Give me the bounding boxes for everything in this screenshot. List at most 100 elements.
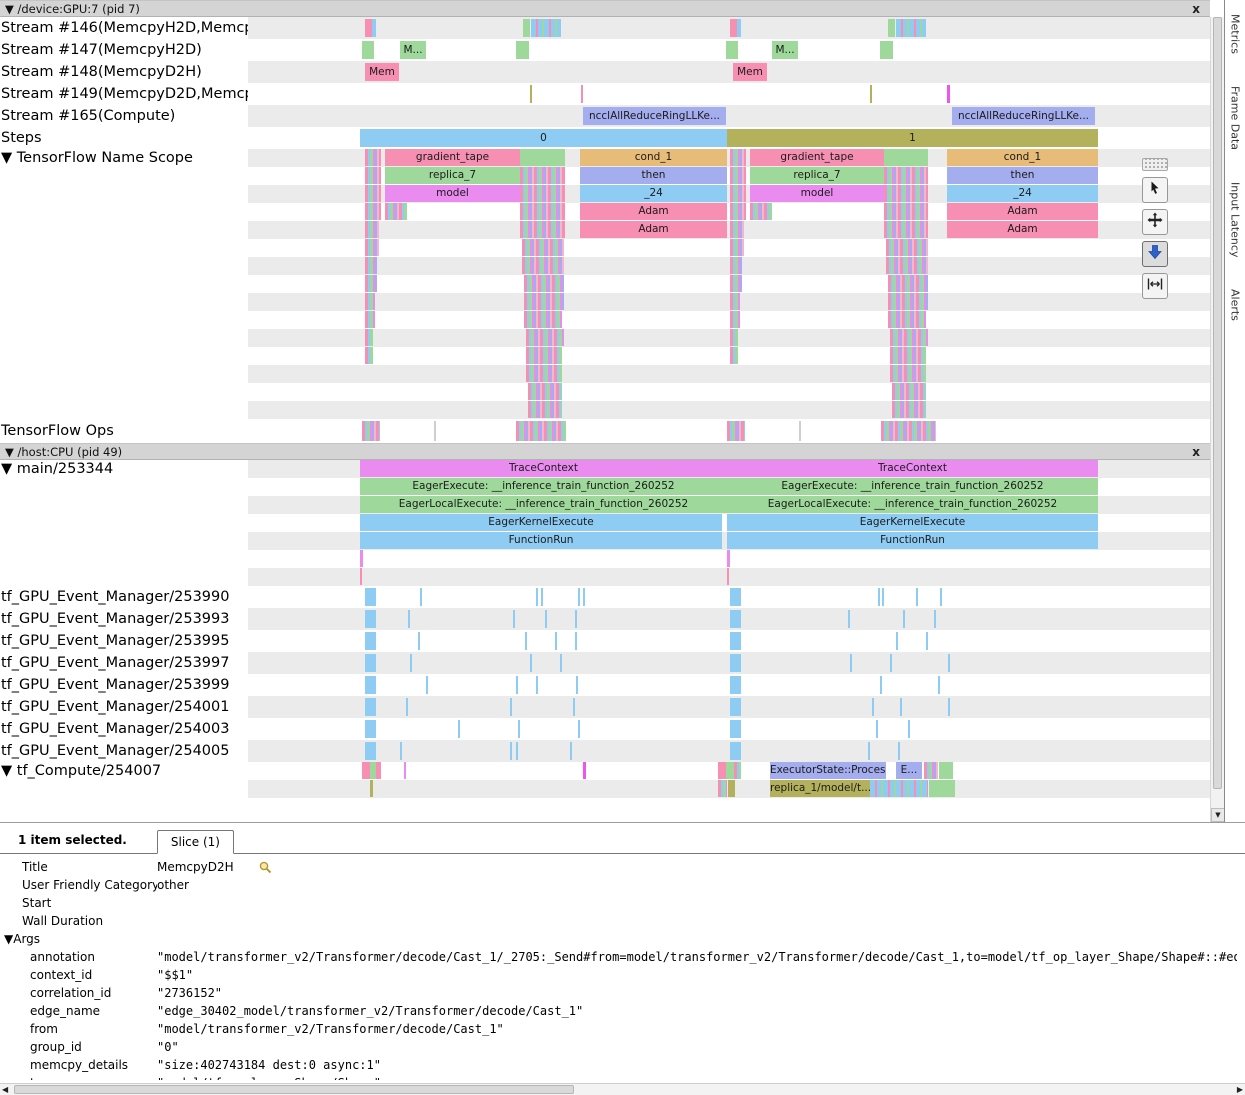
- trace-slice[interactable]: [516, 41, 529, 59]
- trace-slice[interactable]: [530, 85, 532, 103]
- trace-slice[interactable]: [908, 720, 910, 738]
- trace-slice[interactable]: [365, 311, 375, 328]
- trace-slice[interactable]: [878, 588, 880, 606]
- trace-slice[interactable]: [940, 588, 942, 606]
- trace-slice[interactable]: [575, 610, 577, 628]
- trace-slice[interactable]: EagerLocalExecute: __inference_train_fun…: [727, 496, 1098, 513]
- trace-slice[interactable]: then: [580, 167, 727, 184]
- trace-slice[interactable]: [522, 239, 564, 256]
- close-icon[interactable]: x: [1192, 2, 1200, 16]
- vertical-scrollbar-thumb[interactable]: [1213, 17, 1222, 789]
- timing-tool-button[interactable]: [1142, 273, 1168, 299]
- trace-slice[interactable]: [376, 762, 381, 779]
- track-label[interactable]: ▼ tf_Compute/254007: [0, 762, 248, 816]
- track-label[interactable]: Stream #146(MemcpyH2D,Memcp: [0, 17, 248, 39]
- trace-slice[interactable]: Adam: [947, 203, 1098, 220]
- track-label[interactable]: tf_GPU_Event_Manager/253997: [0, 652, 248, 674]
- trace-slice[interactable]: [948, 698, 950, 716]
- trace-slice[interactable]: [876, 720, 878, 738]
- trace-slice[interactable]: [730, 329, 738, 346]
- trace-slice[interactable]: [365, 275, 377, 292]
- track-label[interactable]: Stream #165(Compute): [0, 105, 248, 127]
- track-label[interactable]: Stream #148(MemcpyD2H): [0, 61, 248, 83]
- trace-slice[interactable]: Adam: [580, 203, 727, 220]
- trace-slice[interactable]: model: [750, 185, 884, 202]
- track-label[interactable]: tf_GPU_Event_Manager/253995: [0, 630, 248, 652]
- trace-slice[interactable]: [848, 610, 850, 628]
- trace-slice[interactable]: [578, 720, 580, 738]
- trace-slice[interactable]: [884, 149, 928, 166]
- track-label[interactable]: tf_GPU_Event_Manager/253999: [0, 674, 248, 696]
- trace-slice[interactable]: [420, 588, 422, 606]
- trace-slice[interactable]: [884, 185, 928, 202]
- track-label[interactable]: tf_GPU_Event_Manager/254005: [0, 740, 248, 762]
- trace-slice[interactable]: [730, 221, 744, 238]
- trace-slice[interactable]: [884, 221, 928, 238]
- trace-slice[interactable]: [545, 610, 547, 628]
- trace-slice[interactable]: [365, 588, 376, 606]
- trace-slice[interactable]: [520, 203, 565, 220]
- magnifier-icon[interactable]: [258, 860, 272, 874]
- trace-slice[interactable]: [886, 257, 928, 274]
- trace-slice[interactable]: [516, 676, 518, 694]
- track-label[interactable]: tf_GPU_Event_Manager/254001: [0, 696, 248, 718]
- side-tab-alerts[interactable]: Alerts: [1229, 289, 1242, 321]
- trace-slice[interactable]: [888, 275, 928, 292]
- trace-slice[interactable]: [850, 654, 852, 672]
- trace-slice[interactable]: [522, 257, 564, 274]
- track-label[interactable]: Stream #149(MemcpyD2D,Memcp: [0, 83, 248, 105]
- trace-slice[interactable]: [523, 19, 530, 37]
- trace-slice[interactable]: [730, 610, 741, 628]
- trace-slice[interactable]: [730, 19, 737, 37]
- trace-slice[interactable]: [730, 239, 744, 256]
- trace-slice[interactable]: EagerKernelExecute: [727, 514, 1098, 531]
- trace-slice[interactable]: [737, 19, 741, 37]
- trace-slice[interactable]: [513, 610, 515, 628]
- trace-slice[interactable]: [896, 632, 898, 650]
- trace-slice[interactable]: [365, 329, 373, 346]
- trace-slice[interactable]: [362, 762, 370, 779]
- trace-slice[interactable]: [365, 239, 379, 256]
- trace-slice[interactable]: cond_1: [580, 149, 727, 166]
- trace-slice[interactable]: [410, 654, 412, 672]
- trace-slice[interactable]: [896, 19, 926, 37]
- trace-slice[interactable]: [730, 720, 741, 738]
- trace-slice[interactable]: TraceContext: [360, 460, 727, 477]
- trace-slice[interactable]: [728, 780, 735, 797]
- trace-slice[interactable]: [718, 780, 727, 797]
- trace-slice[interactable]: [362, 41, 374, 59]
- trace-slice[interactable]: then: [947, 167, 1098, 184]
- trace-slice[interactable]: [518, 720, 520, 738]
- trace-slice[interactable]: [730, 167, 746, 184]
- trace-slice[interactable]: [727, 550, 730, 567]
- cpu-panel-header[interactable]: ▼ /host:CPU (pid 49)x: [0, 443, 1210, 460]
- trace-slice[interactable]: [576, 676, 578, 694]
- trace-slice[interactable]: [868, 742, 870, 760]
- trace-slice[interactable]: [727, 568, 729, 585]
- trace-slice[interactable]: _24: [947, 185, 1098, 202]
- trace-slice[interactable]: [365, 185, 381, 202]
- trace-slice[interactable]: ncclAllReduceRingLLKe...: [952, 107, 1095, 125]
- trace-slice[interactable]: [730, 203, 746, 220]
- trace-slice[interactable]: [555, 632, 557, 650]
- trace-slice[interactable]: FunctionRun: [727, 532, 1098, 549]
- trace-slice[interactable]: [575, 632, 577, 650]
- trace-slice[interactable]: [520, 185, 565, 202]
- trace-slice[interactable]: [583, 762, 586, 779]
- trace-slice[interactable]: [385, 203, 407, 220]
- trace-slice[interactable]: E...: [896, 762, 922, 779]
- trace-slice[interactable]: [730, 698, 741, 716]
- trace-slice[interactable]: M...: [400, 41, 426, 59]
- trace-slice[interactable]: Adam: [580, 221, 727, 238]
- horizontal-scrollbar[interactable]: ◀ ▶: [0, 1083, 1245, 1095]
- trace-slice[interactable]: [934, 610, 936, 628]
- track-label[interactable]: ▼ TensorFlow Name Scope: [0, 149, 248, 419]
- trace-slice[interactable]: [516, 421, 566, 441]
- trace-slice[interactable]: [365, 720, 376, 738]
- trace-slice[interactable]: [799, 421, 801, 441]
- trace-slice[interactable]: [365, 632, 376, 650]
- track-label[interactable]: Steps: [0, 127, 248, 149]
- trace-slice[interactable]: [730, 742, 741, 760]
- side-tab-input-latency[interactable]: Input Latency: [1229, 182, 1242, 257]
- trace-slice[interactable]: [536, 676, 538, 694]
